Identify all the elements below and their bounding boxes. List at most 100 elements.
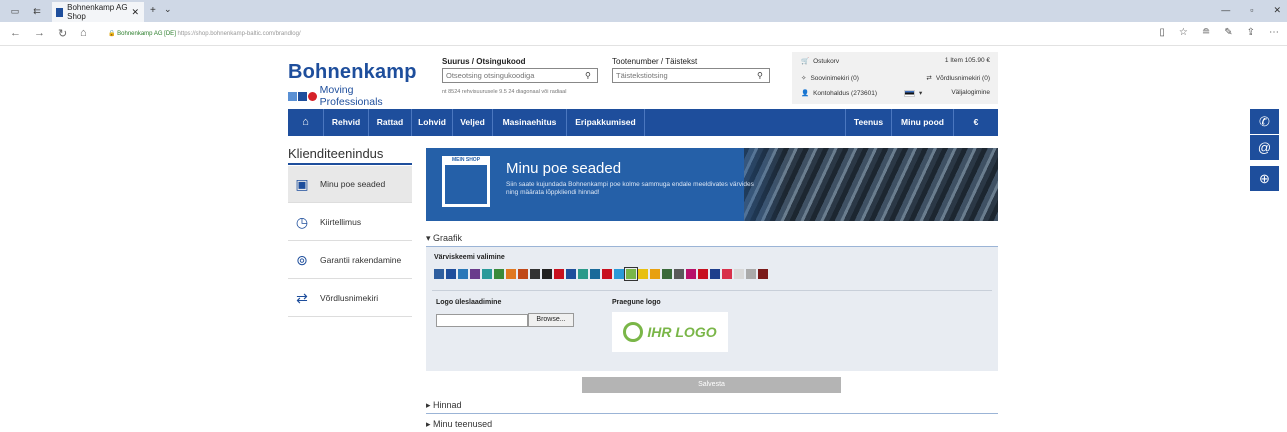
site-logo[interactable]: Bohnenkamp Moving Professionals <box>288 61 418 108</box>
logout-link[interactable]: Väljalogimine <box>951 89 990 96</box>
color-swatch[interactable] <box>722 269 732 279</box>
search-icon[interactable]: ⚲ <box>585 71 591 80</box>
shop-badge: MEIN SHOP <box>442 156 490 165</box>
shop-icon: ▣ <box>295 175 309 192</box>
nav-item-eripakkumised[interactable]: Eripakkumised <box>567 109 645 136</box>
nav-item-minu-pood[interactable]: Minu pood <box>892 109 954 136</box>
email-icon[interactable]: @ <box>1250 135 1279 160</box>
color-swatch[interactable] <box>746 269 756 279</box>
forward-icon[interactable]: → <box>34 27 45 39</box>
nav-home-icon[interactable]: ⌂ <box>288 109 324 136</box>
browser-tabbar: ▭ ⇇ <box>0 0 1287 22</box>
minimize-icon[interactable]: — <box>1221 5 1230 16</box>
sidebar-item-quick-order[interactable]: ◷ Kiirtellimus <box>288 204 412 241</box>
sidebar-title: Klienditeenindus <box>288 146 384 161</box>
text-search-input[interactable] <box>612 68 770 83</box>
home-icon[interactable]: ⌂ <box>80 27 87 39</box>
nav-item-currency[interactable]: € <box>954 109 998 136</box>
color-swatch[interactable] <box>470 269 480 279</box>
nav-item-rehvid[interactable]: Rehvid <box>324 109 369 136</box>
save-button[interactable]: Salvesta <box>582 377 841 393</box>
nav-item-rattad[interactable]: Rattad <box>369 109 412 136</box>
nav-item-lohvid[interactable]: Lohvid <box>412 109 453 136</box>
section-graafik-toggle[interactable]: ▾ Graafik <box>426 233 998 247</box>
color-swatch[interactable] <box>638 269 648 279</box>
language-selector[interactable]: ▾ <box>904 89 922 97</box>
more-icon[interactable]: ⋯ <box>1269 27 1279 38</box>
section-minu-teenused-toggle[interactable]: ▸ Minu teenused <box>426 419 998 432</box>
nav-item-veljed[interactable]: Veljed <box>453 109 493 136</box>
browser-tab[interactable]: Bohnenkamp AG Shop ✕ <box>52 2 144 22</box>
sidebar-item-shop-settings[interactable]: ▣ Minu poe seaded <box>288 166 412 203</box>
compare-icon: ⇄ <box>296 289 308 306</box>
color-swatch[interactable] <box>662 269 672 279</box>
color-swatch[interactable] <box>650 269 660 279</box>
favorite-star-icon[interactable]: ☆ <box>1179 27 1188 38</box>
color-swatch[interactable] <box>590 269 600 279</box>
url-site-name: Bohnenkamp AG [DE] <box>117 31 176 37</box>
sidebar-item-label: Kiirtellimus <box>320 217 362 227</box>
panel-divider <box>432 290 992 291</box>
color-swatch[interactable] <box>542 269 552 279</box>
color-swatch[interactable] <box>482 269 492 279</box>
compare-link[interactable]: ⇄ Võrdlusnimekiri (0) <box>926 74 990 83</box>
tab-back-icon[interactable]: ⇇ <box>30 6 44 16</box>
color-swatch[interactable] <box>518 269 528 279</box>
caret-down-icon: ▾ <box>426 233 431 243</box>
user-icon: 👤 <box>801 90 810 97</box>
color-swatch[interactable] <box>566 269 576 279</box>
section-hinnad-toggle[interactable]: ▸ Hinnad <box>426 400 998 414</box>
color-swatch[interactable] <box>530 269 540 279</box>
color-swatch[interactable] <box>446 269 456 279</box>
account-link[interactable]: 👤 Kontohaldus (273601) <box>801 89 877 98</box>
color-swatch[interactable] <box>578 269 588 279</box>
wishlist-link[interactable]: ✧ Soovinimekiri (0) <box>801 74 859 83</box>
sidebar-item-label: Garantii rakendamine <box>320 255 402 265</box>
color-swatch[interactable] <box>614 269 624 279</box>
nav-item-masinaehitus[interactable]: Masinaehitus <box>493 109 567 136</box>
tab-close-icon[interactable]: ✕ <box>131 7 139 18</box>
share-icon[interactable]: ⇪ <box>1247 27 1255 38</box>
sidebar-item-compare[interactable]: ⇄ Võrdlusnimekiri <box>288 280 412 317</box>
new-tab-icon[interactable]: + <box>150 5 156 16</box>
cart-link[interactable]: 🛒 Ostukorv <box>801 57 839 66</box>
color-swatch[interactable] <box>710 269 720 279</box>
logo-file-input[interactable] <box>436 314 528 327</box>
window-close-icon[interactable]: ✕ <box>1273 5 1281 16</box>
tab-title: Bohnenkamp AG Shop <box>67 3 128 21</box>
search-icon[interactable]: ⚲ <box>757 71 763 80</box>
color-swatch[interactable] <box>734 269 744 279</box>
pen-icon[interactable]: ✎ <box>1224 27 1232 38</box>
sidebar-divider <box>288 163 412 165</box>
logo-dot-icon <box>307 91 317 101</box>
phone-icon[interactable]: ✆ <box>1250 109 1279 134</box>
globe-icon[interactable]: ⊕ <box>1250 166 1279 191</box>
color-swatch[interactable] <box>674 269 684 279</box>
browse-button[interactable]: Browse... <box>528 313 574 327</box>
color-swatch[interactable] <box>506 269 516 279</box>
back-icon[interactable]: ← <box>10 27 21 39</box>
maximize-icon[interactable]: ▫ <box>1250 5 1253 16</box>
color-swatch[interactable] <box>434 269 444 279</box>
banner-description: Siin saate kujundada Bohnenkampi poe kol… <box>506 181 754 196</box>
browser-toolbar: ▯ ☆ ≘ ✎ ⇪ ⋯ <box>1159 27 1279 38</box>
color-swatch[interactable] <box>624 267 638 281</box>
cart-summary[interactable]: 1 Item 105.90 € <box>945 57 990 64</box>
tab-actions-icon[interactable]: ▭ <box>8 6 22 16</box>
estonia-flag-icon <box>904 89 915 97</box>
color-swatch[interactable] <box>554 269 564 279</box>
refresh-icon[interactable]: ↻ <box>58 27 67 40</box>
color-swatch[interactable] <box>458 269 468 279</box>
tab-list-icon[interactable]: ⌄ <box>164 4 172 15</box>
nav-item-teenus[interactable]: Teenus <box>845 109 892 136</box>
url-field[interactable]: 🔒 Bohnenkamp AG [DE] https://shop.bohnen… <box>108 30 301 37</box>
color-swatch[interactable] <box>686 269 696 279</box>
favorites-hub-icon[interactable]: ≘ <box>1202 27 1210 38</box>
color-swatch[interactable] <box>698 269 708 279</box>
color-swatch[interactable] <box>758 269 768 279</box>
reading-view-icon[interactable]: ▯ <box>1159 27 1165 38</box>
size-search-input[interactable] <box>442 68 598 83</box>
color-swatch[interactable] <box>494 269 504 279</box>
sidebar-item-warranty[interactable]: ⊚ Garantii rakendamine <box>288 242 412 279</box>
color-swatch[interactable] <box>602 269 612 279</box>
